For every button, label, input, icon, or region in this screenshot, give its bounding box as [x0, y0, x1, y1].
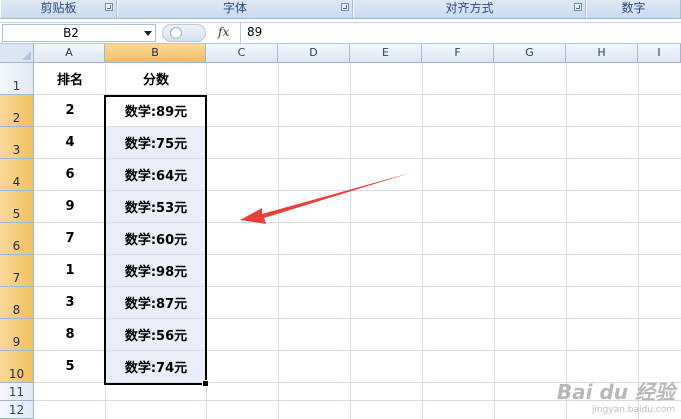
chevron-down-icon[interactable]	[144, 31, 152, 36]
ribbon-group-label: 字体	[222, 1, 247, 15]
ribbon-group-label: 数字	[621, 1, 646, 15]
watermark: Bai du 经验 jingyan.baidu.com	[557, 376, 675, 415]
formula-bar: B2 fx 89	[0, 22, 681, 44]
ribbon-group-clipboard: 剪贴板	[0, 0, 117, 18]
ribbon-group-bar: 剪贴板 字体 对齐方式 数字	[0, 0, 681, 19]
dialog-launcher-icon[interactable]	[105, 3, 113, 11]
ribbon-group-number: 数字	[586, 0, 681, 18]
watermark-logo: Bai du 经验	[556, 380, 675, 404]
ribbon-group-font: 字体	[117, 0, 353, 18]
name-box-value: B2	[63, 26, 79, 40]
dialog-launcher-icon[interactable]	[574, 3, 582, 11]
worksheet-grid: A B C D E F G H I 1 2 3 4 5 6 7 8 9 10 1…	[0, 44, 681, 419]
ribbon-group-label: 剪贴板	[40, 1, 77, 15]
annotation-arrow	[240, 173, 410, 224]
name-box[interactable]: B2	[2, 24, 156, 42]
ribbon-group-alignment: 对齐方式	[353, 0, 586, 18]
formula-bar-splitter[interactable]	[162, 24, 206, 42]
ribbon-group-label: 对齐方式	[445, 1, 494, 15]
splitter-handle-icon	[170, 27, 182, 39]
dialog-launcher-icon[interactable]	[341, 3, 349, 11]
formula-input[interactable]: 89	[240, 23, 680, 43]
arrow-icon	[240, 173, 410, 224]
insert-function-icon[interactable]: fx	[218, 25, 229, 39]
watermark-url: jingyan.baidu.com	[591, 405, 675, 415]
